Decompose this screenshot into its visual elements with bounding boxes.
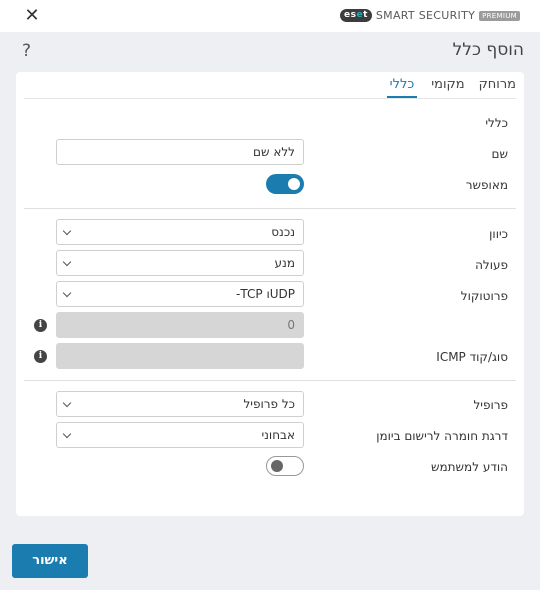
divider <box>24 380 516 381</box>
action-value: מנע <box>274 256 295 270</box>
icmp-input <box>56 343 304 369</box>
notify-user-toggle[interactable] <box>266 456 304 476</box>
brand-name: SMART SECURITY <box>375 9 476 22</box>
name-label: שם <box>491 147 508 161</box>
info-icon[interactable]: i <box>34 319 47 332</box>
direction-label: כיוון <box>489 227 508 241</box>
divider <box>24 208 516 209</box>
protocol-select[interactable]: UDPו TCP- <box>56 281 304 307</box>
name-input[interactable]: ללא שם <box>56 139 304 165</box>
protocol-number-input: 0 <box>56 312 304 338</box>
brand-badge: PREMIUM <box>479 10 520 21</box>
enabled-label: מאופשר <box>465 178 508 192</box>
action-select[interactable]: מנע <box>56 250 304 276</box>
log-severity-value: אבחוני <box>261 428 295 442</box>
protocol-label: פרוטוקול <box>460 289 508 303</box>
eset-logo: es e t <box>339 9 372 22</box>
toggle-knob <box>288 178 300 190</box>
chevron-down-icon <box>62 288 72 298</box>
tab-local[interactable]: מקומי <box>431 77 464 98</box>
profile-value: כל פרופיל <box>243 397 295 411</box>
chevron-down-icon <box>62 226 72 236</box>
close-icon[interactable]: ✕ <box>22 6 42 26</box>
chevron-down-icon <box>62 429 72 439</box>
section-title-general: כללי <box>485 116 508 130</box>
tab-general[interactable]: כללי <box>386 77 418 98</box>
page-title: הוסף כלל <box>452 40 524 60</box>
rule-panel: כללי מקומי מרוחק כללי שם ללא שם מאופשר כ… <box>16 72 524 516</box>
profile-select[interactable]: כל פרופיל <box>56 391 304 417</box>
action-label: פעולה <box>475 258 508 272</box>
profile-label: פרופיל <box>473 398 508 412</box>
brand: es e t SMART SECURITY PREMIUM <box>339 9 520 22</box>
chevron-down-icon <box>62 257 72 267</box>
direction-select[interactable]: נכנס <box>56 219 304 245</box>
log-severity-select[interactable]: אבחוני <box>56 422 304 448</box>
title-bar: ✕ es e t SMART SECURITY PREMIUM <box>0 0 540 32</box>
ok-button[interactable]: אישור <box>12 544 88 578</box>
direction-value: נכנס <box>271 225 295 239</box>
log-severity-label: דרגת חומרה לרישום ביומן <box>376 429 508 443</box>
tab-remote[interactable]: מרוחק <box>479 77 516 98</box>
chevron-down-icon <box>62 398 72 408</box>
help-icon[interactable]: ? <box>22 41 31 61</box>
info-icon[interactable]: i <box>34 350 47 363</box>
protocol-value: UDPו TCP- <box>236 287 295 301</box>
notify-user-label: הודע למשתמש <box>431 460 508 474</box>
tabs-divider <box>24 98 516 99</box>
icmp-label: סוג/קוד ICMP <box>436 350 508 364</box>
tab-bar: כללי מקומי מרוחק <box>386 77 516 98</box>
toggle-knob <box>271 459 283 472</box>
enabled-toggle[interactable] <box>266 174 304 194</box>
